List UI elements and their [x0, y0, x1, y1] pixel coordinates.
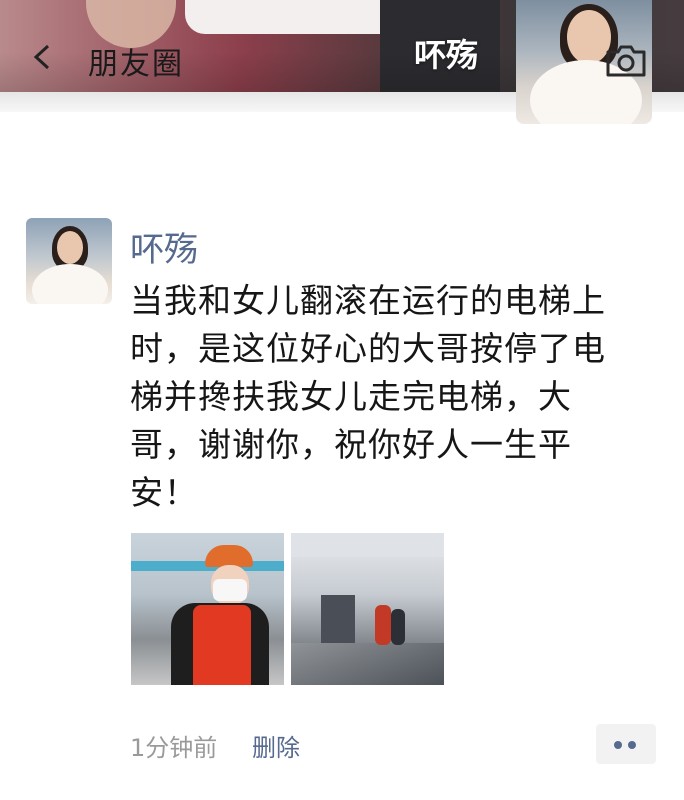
avatar-fur-shape: [32, 264, 108, 304]
chevron-left-icon[interactable]: [30, 44, 56, 70]
post-photo-1[interactable]: [131, 533, 284, 685]
photo-escalator-shape: [291, 643, 444, 685]
photo-vest-shape: [193, 605, 251, 685]
photo-ceiling-shape: [291, 533, 444, 557]
post-time: 1分钟前: [130, 734, 218, 762]
more-button[interactable]: [596, 724, 656, 764]
more-dots-icon: [614, 741, 622, 749]
more-dots-icon: [628, 741, 636, 749]
post-avatar[interactable]: [26, 218, 112, 304]
page-title: 朋友圈: [88, 47, 184, 82]
photo-cap-shape: [205, 545, 253, 567]
post-text: 当我和女儿翻滚在运行的电梯上时，是这位好心的大哥按停了电梯并搀扶我女儿走完电梯，…: [130, 281, 606, 512]
post-username[interactable]: 吥殇: [130, 222, 198, 271]
post-photo-2[interactable]: [291, 533, 444, 685]
delete-link[interactable]: 删除: [252, 728, 300, 763]
camera-icon[interactable]: [604, 44, 648, 78]
photo-sign-shape: [321, 595, 355, 643]
photo-person-shape: [391, 609, 405, 645]
photo-person-shape: [375, 605, 391, 645]
cover-username[interactable]: 吥殇: [414, 30, 478, 76]
avatar-face-shape: [57, 231, 83, 264]
photo-mask-shape: [213, 579, 247, 601]
